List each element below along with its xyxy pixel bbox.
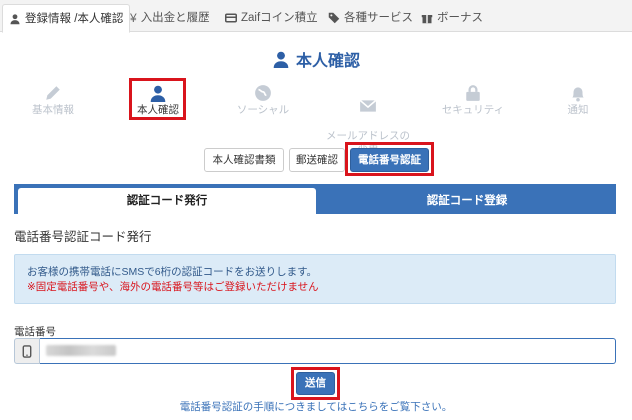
gift-icon [421, 15, 433, 24]
top-nav: 登録情報 /本人確認 ¥ 入出金と履歴 Zaifコイン積立 各種サービス ボーナ… [0, 0, 632, 33]
step-security[interactable]: セキュリティ [418, 80, 528, 117]
phone-number-input[interactable] [40, 338, 616, 364]
section-heading: 電話番号認証コード発行 [14, 230, 152, 244]
pencil-icon [46, 86, 60, 100]
user-icon [273, 51, 289, 68]
bell-icon [572, 87, 584, 102]
tab-label: 入出金と履歴 [140, 12, 210, 24]
step-basic-info[interactable]: 基本情報 [0, 80, 108, 117]
tab-label: 登録情報 /本人確認 [25, 12, 124, 25]
warning-text: ※固定電話番号や、海外の電話番号等はご登録いただけません [27, 281, 319, 293]
tab-issue-code[interactable]: 認証コード発行 [18, 188, 316, 214]
step-label: セキュリティ [441, 104, 505, 116]
step-label: 通知 [567, 104, 589, 116]
step-label: ソーシャル [236, 104, 290, 116]
step-social[interactable]: ソーシャル [208, 80, 318, 117]
phone-label: 電話番号 [14, 326, 56, 338]
tab-label: ボーナス [437, 12, 483, 24]
step-notification[interactable]: 通知 [523, 80, 632, 117]
tab-profile-identity[interactable]: 登録情報 /本人確認 [2, 4, 131, 33]
step-label: 基本情報 [32, 104, 74, 116]
tab-deposit-history[interactable]: ¥ 入出金と履歴 [124, 4, 216, 32]
tab-label: 各種サービス [344, 12, 413, 24]
envelope-icon [359, 99, 377, 112]
step-highlight-frame [129, 78, 186, 120]
tab-label: Zaifコイン積立 [241, 12, 318, 24]
tab-register-code[interactable]: 認証コード登録 [318, 188, 616, 214]
help-link[interactable]: 電話番号認証の手順につきましてはこちらをご覧下さい。 [0, 399, 632, 414]
send-button[interactable]: 送信 [296, 372, 335, 395]
postal-verification-button[interactable]: 郵送確認 [289, 148, 345, 172]
card-icon [225, 13, 237, 23]
user-icon [10, 13, 20, 24]
info-alert: お客様の携帯電話にSMSで6桁の認証コードをお送りします。 ※固定電話番号や、海… [14, 254, 616, 304]
redacted-phone-number [46, 345, 116, 356]
globe-icon [255, 85, 271, 101]
info-text: お客様の携帯電話にSMSで6桁の認証コードをお送りします。 [27, 266, 318, 278]
page-title: 本人確認 [0, 47, 632, 71]
tab-bonus[interactable]: ボーナス [415, 4, 489, 32]
mobile-phone-icon [14, 338, 40, 364]
tag-icon [328, 12, 340, 24]
lock-icon [466, 85, 480, 101]
tab-zaif-coin[interactable]: Zaifコイン積立 [219, 4, 324, 32]
tab-services[interactable]: 各種サービス [322, 4, 419, 32]
id-documents-button[interactable]: 本人確認書類 [204, 148, 284, 172]
page-title-text: 本人確認 [295, 53, 360, 70]
subbtn-highlight-frame [345, 142, 434, 176]
yen-icon: ¥ [130, 11, 137, 25]
